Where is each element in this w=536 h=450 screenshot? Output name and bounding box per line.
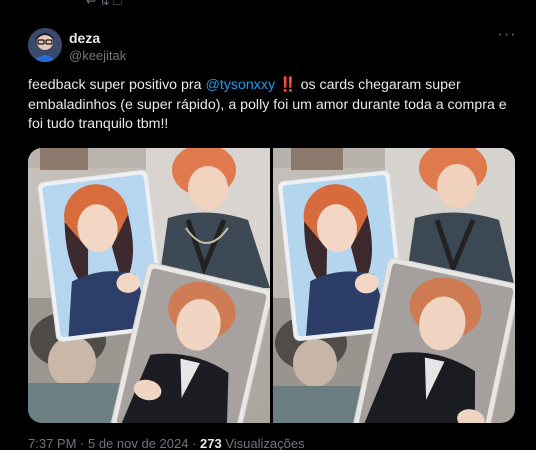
tweet-header: deza @keejitak ··· (28, 24, 518, 68)
photo-1[interactable] (28, 148, 270, 423)
media-grid (28, 148, 515, 423)
tweet-text-before: feedback super positivo pra (28, 77, 206, 93)
avatar[interactable] (28, 28, 62, 62)
display-name[interactable]: deza (69, 29, 126, 47)
views-count[interactable]: 273 (200, 436, 222, 450)
tweet-date[interactable]: 5 de nov de 2024 (88, 436, 188, 450)
tweet-text: feedback super positivo pra @tysonxxy ‼️… (28, 76, 518, 135)
tweet-meta: 7:37 PM · 5 de nov de 2024 · 273 Visuali… (28, 436, 305, 450)
meta-separator: · (76, 436, 88, 450)
tweet-time[interactable]: 7:37 PM (28, 436, 76, 450)
photo-2[interactable] (273, 148, 515, 423)
meta-separator-2: · (188, 436, 201, 450)
author-info[interactable]: deza @keejitak (69, 29, 126, 65)
mention-link[interactable]: @tysonxxy (205, 77, 275, 93)
views-label: Visualizações (221, 436, 305, 450)
more-horizontal-icon[interactable]: ··· (496, 27, 518, 48)
previous-tweet-fragment: ↩ ⇅ ⏍ (86, 0, 122, 8)
handle[interactable]: @keejitak (69, 47, 126, 65)
